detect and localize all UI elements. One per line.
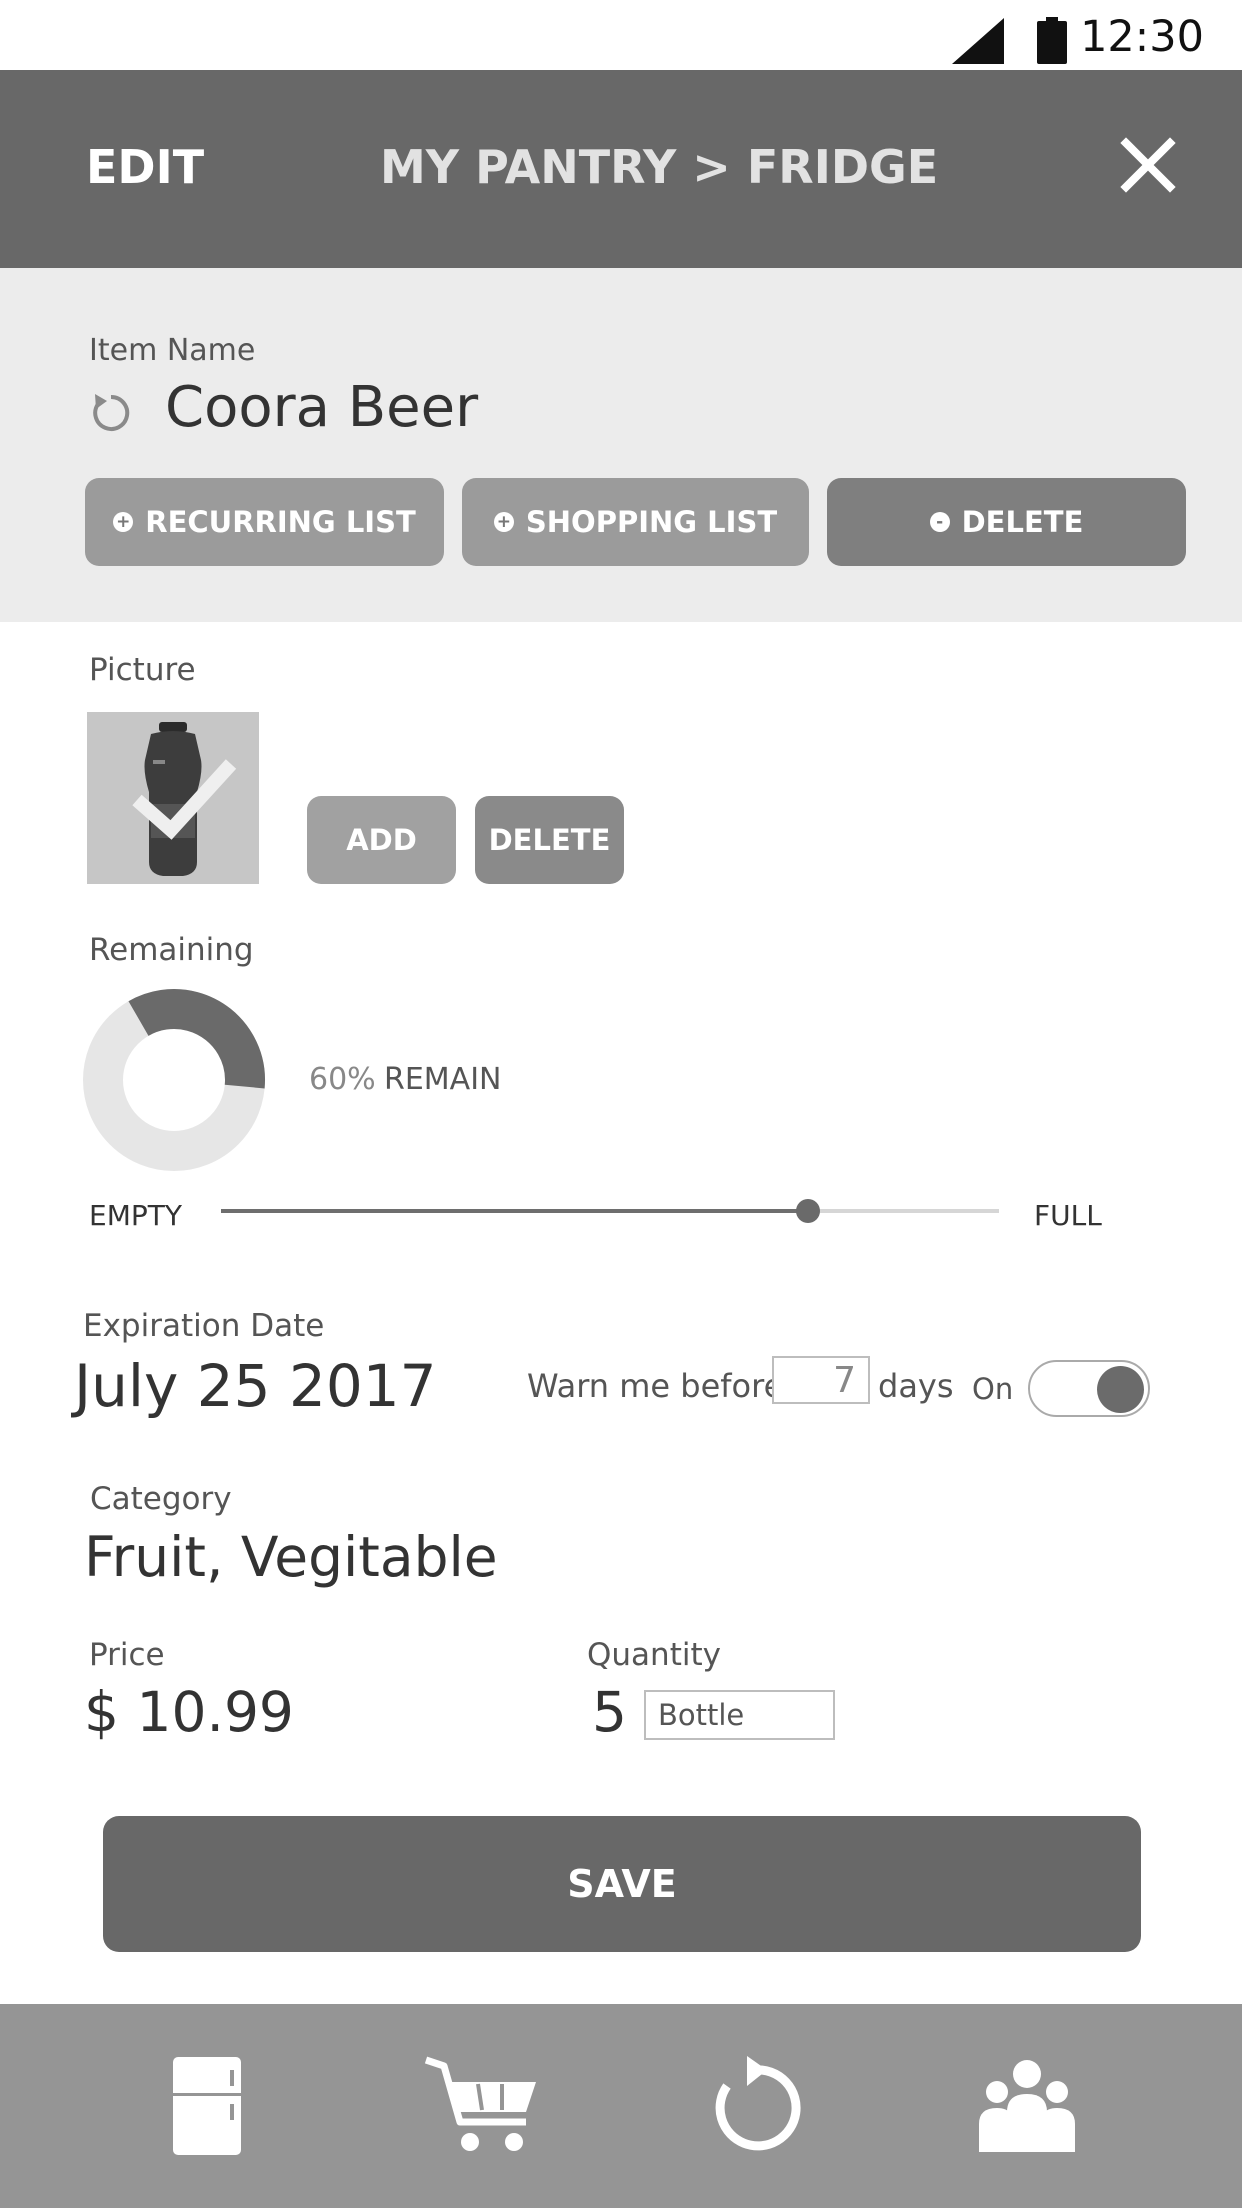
slider-empty-label: EMPTY (89, 1199, 182, 1232)
remaining-text: REMAIN (384, 1062, 502, 1097)
breadcrumb: MY PANTRY > FRIDGE (380, 140, 939, 194)
delete-item-button[interactable]: - DELETE (827, 478, 1186, 566)
expiration-date-value[interactable]: July 25 2017 (74, 1352, 437, 1420)
plus-icon: + (113, 512, 134, 532)
recurring-icon (715, 2056, 801, 2151)
picture-label: Picture (89, 652, 196, 688)
expiration-date-label: Expiration Date (83, 1308, 325, 1344)
delete-item-label: DELETE (961, 505, 1084, 539)
category-value[interactable]: Fruit, Vegitable (84, 1525, 498, 1589)
days-label: days (878, 1367, 954, 1405)
toggle-state-label: On (972, 1372, 1014, 1406)
save-button[interactable]: SAVE (103, 1816, 1141, 1952)
warn-before-label: Warn me before (527, 1367, 784, 1405)
delete-picture-button[interactable]: DELETE (475, 796, 624, 884)
remaining-slider[interactable] (221, 1199, 999, 1223)
status-time: 12:30 (1080, 12, 1204, 62)
price-label: Price (89, 1637, 165, 1673)
item-name-value[interactable]: Coora Beer (165, 375, 478, 440)
quantity-value[interactable]: 5 (592, 1680, 627, 1744)
nav-shopping[interactable] (420, 2050, 540, 2162)
nav-fridge[interactable] (147, 2050, 267, 2162)
slider-full-label: FULL (1034, 1199, 1102, 1232)
add-to-recurring-list-button[interactable]: + RECURRING LIST (85, 478, 444, 566)
nav-recurring[interactable] (695, 2050, 815, 2162)
bottle-image (132, 722, 237, 876)
cart-icon (424, 2056, 536, 2151)
slider-handle[interactable] (796, 1199, 821, 1223)
battery-icon (1037, 17, 1067, 64)
price-value[interactable]: $ 10.99 (84, 1680, 294, 1744)
add-picture-button[interactable]: ADD (307, 796, 456, 884)
warn-days-input[interactable] (772, 1356, 870, 1404)
nav-people[interactable] (967, 2050, 1087, 2162)
remaining-percent: 60% (309, 1062, 376, 1097)
slider-fill (221, 1209, 809, 1213)
quantity-label: Quantity (587, 1637, 721, 1673)
recurring-list-label: RECURRING LIST (145, 505, 416, 539)
remaining-label: Remaining (89, 932, 254, 968)
header-edit-label: EDIT (86, 140, 205, 194)
warn-toggle[interactable] (1028, 1360, 1150, 1417)
reset-icon[interactable] (88, 390, 134, 436)
toggle-knob (1097, 1366, 1144, 1413)
minus-icon: - (929, 512, 950, 532)
item-name-panel (0, 268, 1242, 622)
people-icon (979, 2060, 1075, 2152)
signal-icon (952, 18, 1004, 64)
close-icon[interactable] (1120, 137, 1176, 193)
item-picture-thumbnail[interactable] (87, 712, 259, 884)
fridge-icon (173, 2057, 241, 2155)
add-to-shopping-list-button[interactable]: + SHOPPING LIST (462, 478, 809, 566)
unit-input[interactable] (644, 1690, 835, 1740)
item-name-label: Item Name (89, 333, 256, 368)
category-label: Category (90, 1481, 232, 1517)
remaining-donut-chart (83, 989, 265, 1171)
shopping-list-label: SHOPPING LIST (525, 505, 778, 539)
plus-icon: + (493, 512, 514, 532)
